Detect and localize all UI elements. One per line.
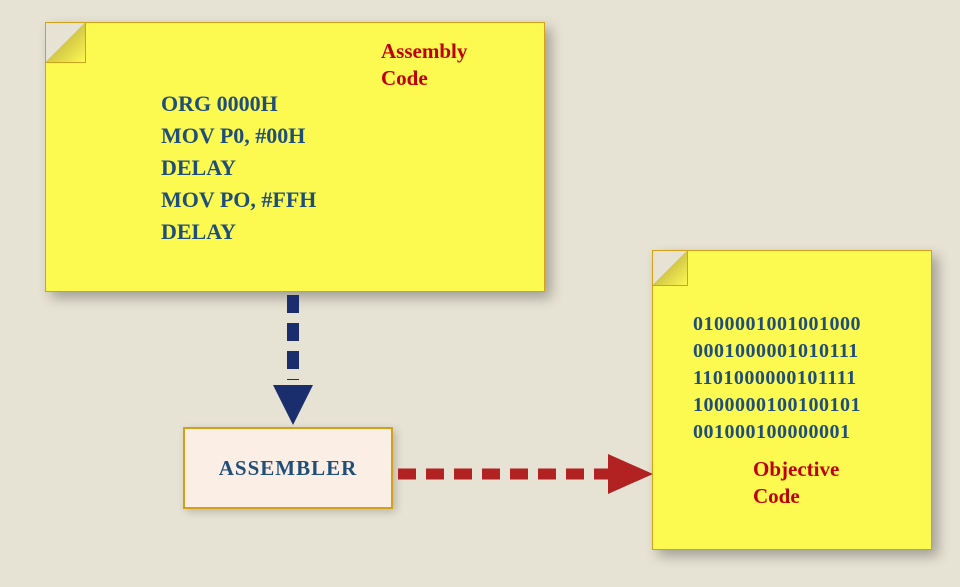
objective-title: Objective Code [753, 456, 839, 511]
note-fold-icon [46, 23, 86, 63]
assembly-code-content: ORG 0000H MOV P0, #00H DELAY MOV PO, #FF… [161, 88, 316, 247]
assembler-label: ASSEMBLER [219, 456, 358, 481]
assembly-title: Assembly Code [381, 38, 467, 93]
arrow-right-icon [398, 449, 658, 504]
objective-binary-content: 0100001001001000 0001000001010111 110100… [693, 311, 861, 446]
objective-code-note: 0100001001001000 0001000001010111 110100… [652, 250, 932, 550]
assembly-code-note: Assembly Code ORG 0000H MOV P0, #00H DEL… [45, 22, 545, 292]
assembler-box: ASSEMBLER [183, 427, 393, 509]
note-fold-icon [653, 251, 688, 286]
arrow-down-icon [268, 295, 318, 435]
